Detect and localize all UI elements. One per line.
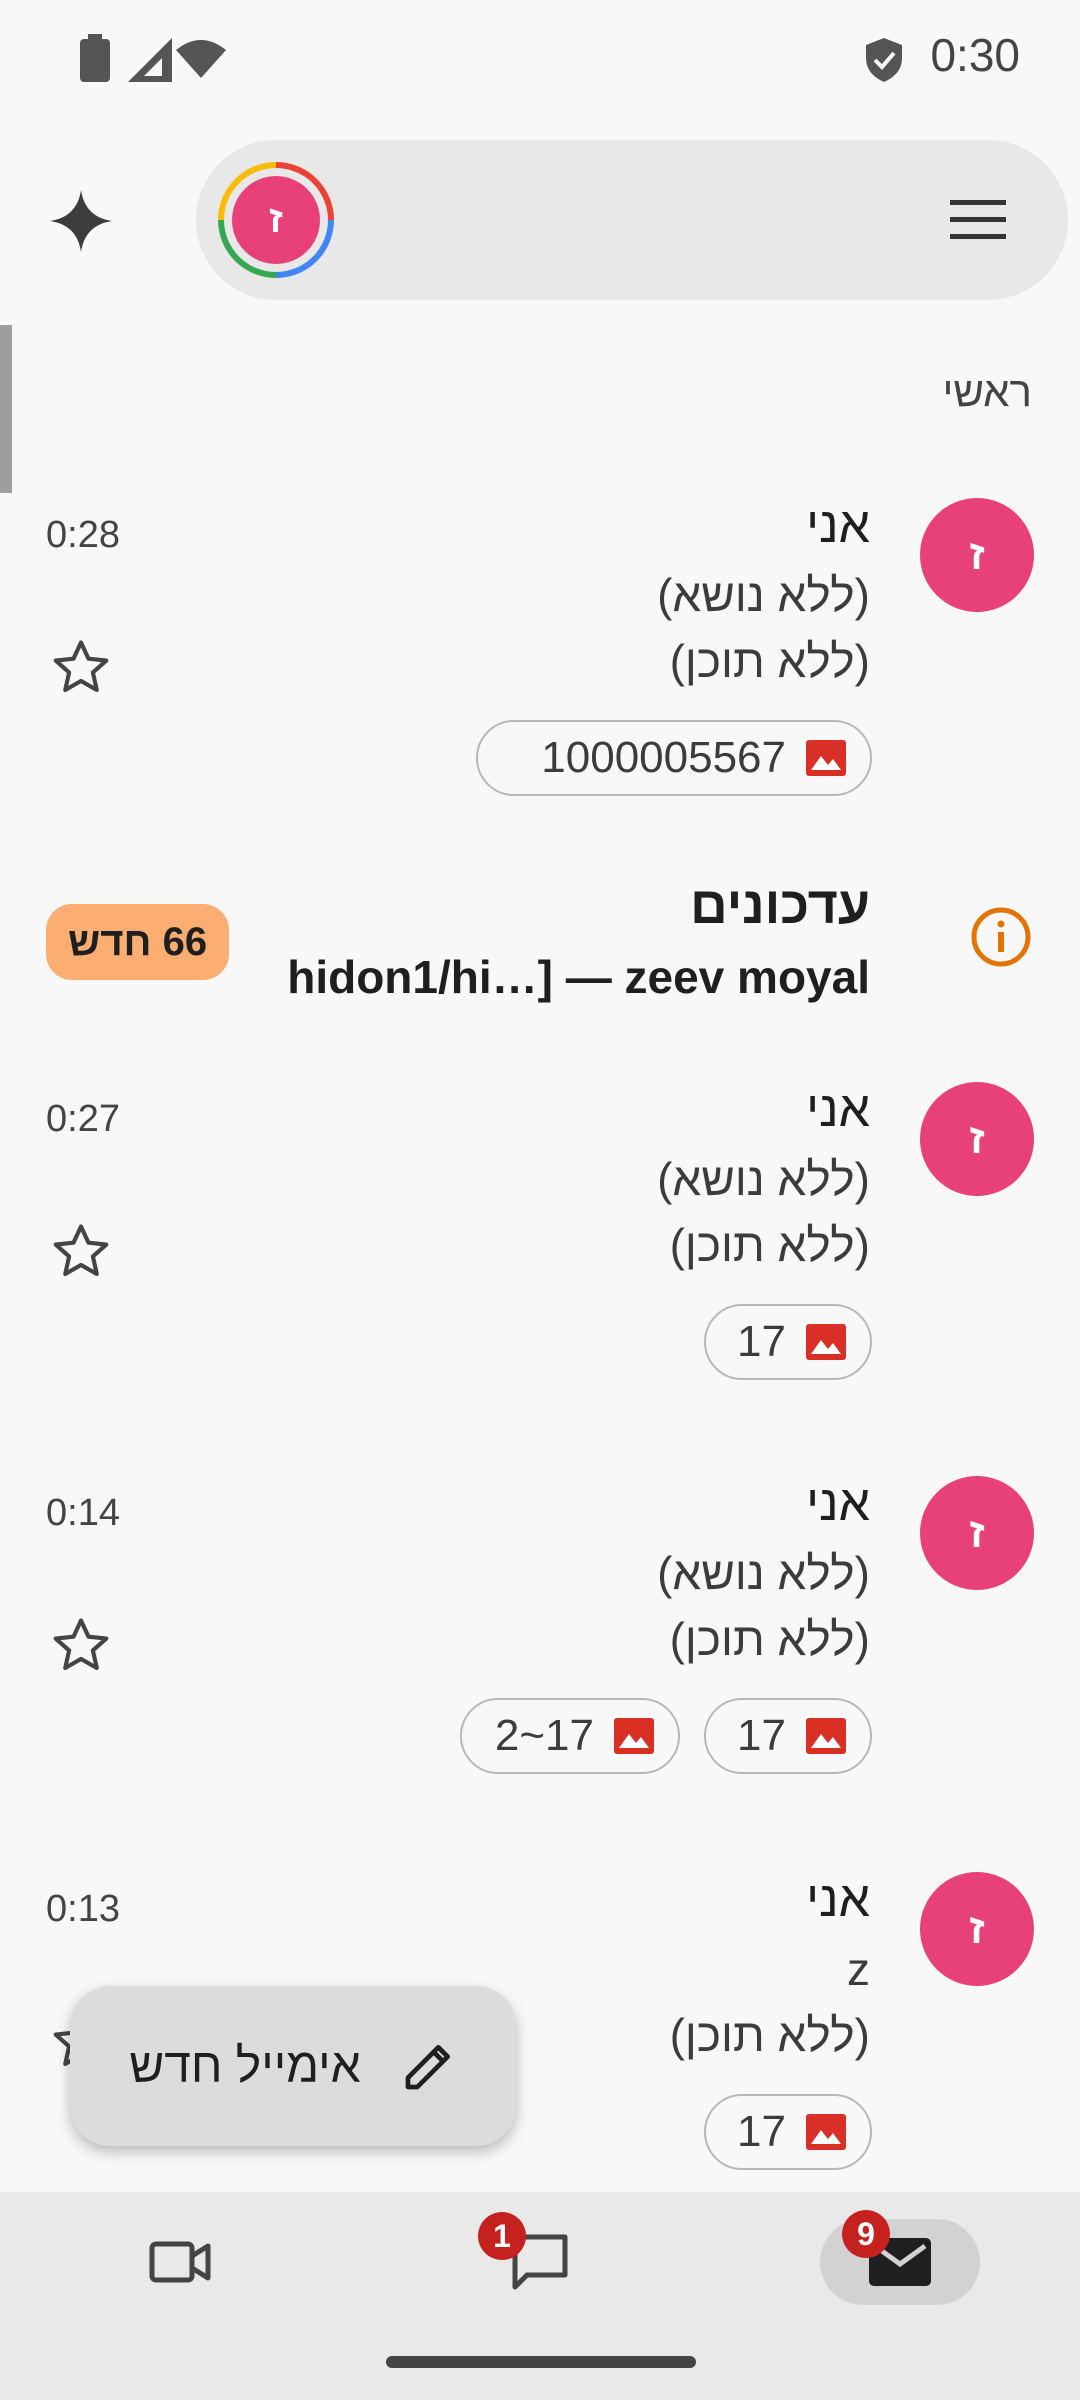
star-icon[interactable] xyxy=(50,1220,112,1282)
nav-chat[interactable]: 1 xyxy=(440,2192,640,2332)
chat-badge: 1 xyxy=(478,2212,526,2260)
updates-title: עדכונים xyxy=(690,877,870,935)
menu-icon[interactable] xyxy=(950,198,1006,242)
gemini-sparkle-icon[interactable] xyxy=(50,190,112,252)
attachment-chip[interactable]: 17 xyxy=(704,2094,872,2170)
info-icon xyxy=(971,907,1031,967)
email-subject: (ללא נושא) xyxy=(657,569,870,621)
new-count-badge: 66 חדש xyxy=(46,904,230,980)
image-icon xyxy=(806,1324,846,1360)
compose-label: אימייל חדש xyxy=(129,2039,361,2093)
status-bar: 0:30 xyxy=(0,0,1080,120)
attachment-name: 17 xyxy=(737,1711,786,1760)
status-time: 0:30 xyxy=(930,29,1020,81)
email-sender: אני xyxy=(806,497,870,553)
image-icon xyxy=(806,2114,846,2150)
image-icon xyxy=(806,740,846,776)
sender-avatar[interactable]: ז xyxy=(920,498,1034,612)
compose-button[interactable]: אימייל חדש xyxy=(70,1986,516,2146)
email-row[interactable]: ז אני (ללא נושא) (ללא תוכן) 0:28 1000005… xyxy=(0,490,1080,820)
attachment-chip[interactable]: 17 xyxy=(704,1304,872,1380)
home-indicator[interactable] xyxy=(386,2356,696,2368)
video-camera-icon xyxy=(149,2241,211,2283)
nav-mail[interactable]: 9 xyxy=(800,2192,1000,2332)
sender-avatar[interactable]: ז xyxy=(920,1082,1034,1196)
attachment-chip[interactable]: 1000005567 xyxy=(476,720,872,796)
image-icon xyxy=(806,1718,846,1754)
email-sender: אני xyxy=(806,1475,870,1531)
email-sender: אני xyxy=(806,1871,870,1927)
image-icon xyxy=(614,1718,654,1754)
sender-avatar[interactable]: ז xyxy=(920,1872,1034,1986)
mail-badge: 9 xyxy=(842,2210,890,2258)
bottom-nav: 1 9 xyxy=(0,2192,1080,2400)
email-time: 0:13 xyxy=(46,1888,120,1930)
email-row[interactable]: ז אני (ללא נושא) (ללא תוכן) 0:14 17 17~2 xyxy=(0,1468,1080,1798)
vpn-shield-icon xyxy=(866,38,902,82)
pencil-icon xyxy=(405,2045,450,2090)
signal-icon xyxy=(128,38,172,82)
star-icon[interactable] xyxy=(50,1614,112,1676)
nav-meet[interactable] xyxy=(80,2192,280,2332)
account-avatar-button[interactable]: ז xyxy=(218,162,334,278)
email-time: 0:14 xyxy=(46,1492,120,1534)
updates-bundle-row[interactable]: עדכונים hidon1/hi…] — zeev moyal 66 חדש xyxy=(0,870,1080,1020)
email-preview: (ללא תוכן) xyxy=(669,2009,870,2061)
section-label: ראשי xyxy=(942,368,1032,415)
attachment-name: 17 xyxy=(737,2107,786,2156)
attachment-name: 17 xyxy=(737,1317,786,1366)
email-subject: z xyxy=(847,1943,870,1995)
updates-senders: hidon1/hi…] — zeev moyal xyxy=(287,951,870,1003)
account-avatar: ז xyxy=(232,176,320,264)
sender-avatar[interactable]: ז xyxy=(920,1476,1034,1590)
wifi-icon xyxy=(176,40,226,78)
email-preview: (ללא תוכן) xyxy=(669,1219,870,1271)
email-time: 0:28 xyxy=(46,514,120,556)
star-icon[interactable] xyxy=(50,636,112,698)
email-preview: (ללא תוכן) xyxy=(669,1613,870,1665)
email-row[interactable]: ז אני (ללא נושא) (ללא תוכן) 0:27 17 xyxy=(0,1074,1080,1404)
email-subject: (ללא נושא) xyxy=(657,1547,870,1599)
attachment-chip[interactable]: 17~2 xyxy=(460,1698,680,1774)
email-sender: אני xyxy=(806,1081,870,1137)
attachment-name: 17~2 xyxy=(494,1711,594,1760)
attachment-name: 1000005567 xyxy=(541,733,786,782)
email-time: 0:27 xyxy=(46,1098,120,1140)
email-preview: (ללא תוכן) xyxy=(669,635,870,687)
battery-icon xyxy=(80,34,110,82)
scroll-indicator xyxy=(0,325,12,493)
email-subject: (ללא נושא) xyxy=(657,1153,870,1205)
attachment-chip[interactable]: 17 xyxy=(704,1698,872,1774)
